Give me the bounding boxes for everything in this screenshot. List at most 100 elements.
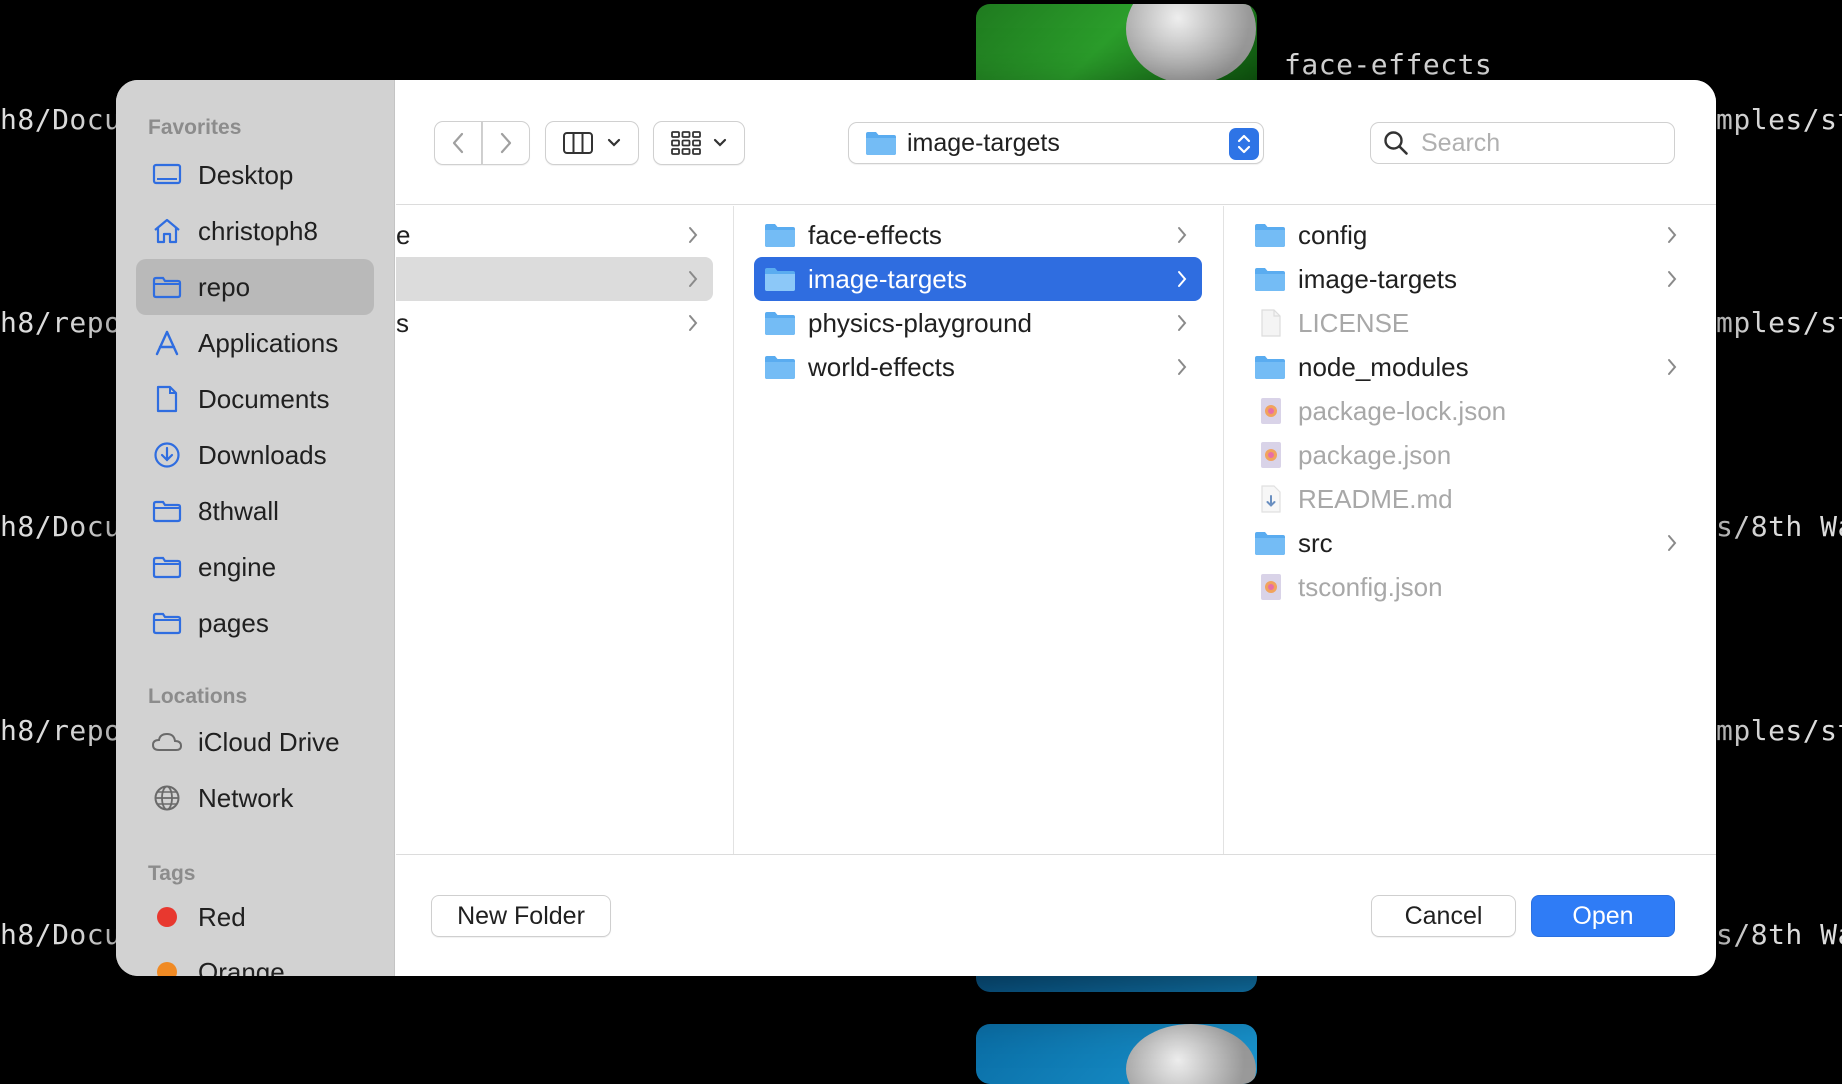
sidebar-item-pages[interactable]: pages xyxy=(136,595,374,651)
new-folder-button[interactable]: New Folder xyxy=(431,895,611,937)
open-button[interactable]: Open xyxy=(1531,895,1675,937)
folder-icon xyxy=(765,224,795,247)
chevron-right-icon xyxy=(1668,535,1677,551)
sidebar-tag-orange[interactable]: Orange xyxy=(136,944,374,976)
tag-color-dot xyxy=(157,907,177,927)
folder-icon xyxy=(1255,224,1285,247)
column-item[interactable]: e xyxy=(396,213,713,257)
chevron-right-icon xyxy=(1668,227,1677,243)
markdown-file-icon xyxy=(1261,485,1281,513)
downloads-icon xyxy=(150,440,184,470)
thumbnail-caption: face-effects xyxy=(1284,48,1493,81)
forward-button[interactable] xyxy=(482,121,530,165)
sidebar-item-label: repo xyxy=(198,271,251,302)
column-view-icon xyxy=(563,132,593,154)
column-3: config image-targets LICENSE node_module… xyxy=(1224,206,1716,854)
sidebar-item-desktop[interactable]: Desktop xyxy=(136,147,374,203)
view-mode-button[interactable] xyxy=(545,121,639,165)
file-row-tsconfig-json: tsconfig.json xyxy=(1244,565,1692,609)
sidebar-item-label: Downloads xyxy=(198,439,327,470)
folder-row-world-effects[interactable]: world-effects xyxy=(754,345,1202,389)
cloud-icon xyxy=(150,727,184,757)
column-1: e s xyxy=(396,206,734,854)
chevron-right-icon xyxy=(1668,359,1677,375)
cancel-button[interactable]: Cancel xyxy=(1371,895,1516,937)
location-popup-label: image-targets xyxy=(907,128,1060,157)
sidebar-item-downloads[interactable]: Downloads xyxy=(136,427,374,483)
chevron-right-icon xyxy=(689,315,698,331)
chevron-right-icon xyxy=(1178,315,1187,331)
terminal-path-fragment: mples/st xyxy=(1716,714,1842,747)
folder-icon xyxy=(1255,356,1285,379)
chevron-right-icon xyxy=(1178,359,1187,375)
chevron-right-icon xyxy=(1178,271,1187,287)
sidebar-item-icloud-drive[interactable]: iCloud Drive xyxy=(136,714,374,770)
folder-icon xyxy=(150,496,184,526)
file-row-readme-md: README.md xyxy=(1244,477,1692,521)
locations-header: Locations xyxy=(148,685,248,708)
chevron-left-icon xyxy=(452,132,464,154)
sidebar-item-label: Network xyxy=(198,782,294,813)
home-icon xyxy=(150,216,184,246)
sidebar-item-documents[interactable]: Documents xyxy=(136,371,374,427)
folder-row-image-targets[interactable]: image-targets xyxy=(754,257,1202,301)
group-by-button[interactable] xyxy=(653,121,745,165)
folder-row-face-effects[interactable]: face-effects xyxy=(754,213,1202,257)
column-item-selected[interactable] xyxy=(396,257,713,301)
dialog-footer: New Folder Cancel Open xyxy=(396,854,1716,976)
json-file-icon xyxy=(1261,442,1281,468)
json-file-icon xyxy=(1261,574,1281,600)
sidebar-tag-red[interactable]: Red xyxy=(136,889,374,945)
sidebar-item-label: christoph8 xyxy=(198,215,318,246)
folder-icon xyxy=(866,132,896,155)
search-field[interactable] xyxy=(1370,122,1675,164)
sidebar-item-home[interactable]: christoph8 xyxy=(136,203,374,259)
browser-pane: image-targets e xyxy=(396,80,1716,976)
folder-icon xyxy=(150,552,184,582)
sidebar-item-label: Desktop xyxy=(198,159,294,190)
sidebar-item-label: Applications xyxy=(198,327,339,358)
sidebar-item-8thwall[interactable]: 8thwall xyxy=(136,483,374,539)
terminal-path-fragment: mples/st xyxy=(1716,306,1842,339)
folder-row-config[interactable]: config xyxy=(1244,213,1692,257)
terminal-path-fragment: s/8th Wa xyxy=(1716,510,1842,543)
sidebar-item-label: Red xyxy=(198,901,246,932)
folder-row-node-modules[interactable]: node_modules xyxy=(1244,345,1692,389)
sidebar-item-label: engine xyxy=(198,551,277,582)
sidebar: Favorites Desktop christoph8 repo Applic… xyxy=(116,80,395,976)
sidebar-item-label: pages xyxy=(198,607,269,638)
sidebar-item-engine[interactable]: engine xyxy=(136,539,374,595)
folder-icon xyxy=(150,272,184,302)
column-browser: e s face-effects image-targets physics-p… xyxy=(396,206,1716,854)
chevron-right-icon xyxy=(689,227,698,243)
location-popup[interactable]: image-targets xyxy=(848,122,1264,164)
folder-icon xyxy=(150,608,184,638)
sidebar-item-label: Documents xyxy=(198,383,330,414)
chevron-right-icon xyxy=(689,271,698,287)
sidebar-item-repo[interactable]: repo xyxy=(136,259,374,315)
file-row-package-lock-json: package-lock.json xyxy=(1244,389,1692,433)
sidebar-item-network[interactable]: Network xyxy=(136,770,374,826)
toolbar: image-targets xyxy=(396,80,1716,205)
blank-file-icon xyxy=(1261,309,1281,337)
favorites-header: Favorites xyxy=(148,116,242,139)
open-file-dialog: Favorites Desktop christoph8 repo Applic… xyxy=(116,80,1716,976)
sidebar-item-label: iCloud Drive xyxy=(198,726,340,757)
folder-icon xyxy=(1255,268,1285,291)
folder-icon xyxy=(765,356,795,379)
folder-icon xyxy=(1255,532,1285,555)
back-button[interactable] xyxy=(434,121,482,165)
folder-row-image-targets[interactable]: image-targets xyxy=(1244,257,1692,301)
folder-row-physics-playground[interactable]: physics-playground xyxy=(754,301,1202,345)
tags-header: Tags xyxy=(148,862,196,885)
sidebar-item-label: Orange xyxy=(198,956,285,977)
sidebar-item-applications[interactable]: Applications xyxy=(136,315,374,371)
search-input[interactable] xyxy=(1421,128,1651,158)
column-2: face-effects image-targets physics-playg… xyxy=(734,206,1224,854)
search-icon xyxy=(1384,131,1408,155)
column-item[interactable]: s xyxy=(396,301,713,345)
tag-color-dot xyxy=(157,962,177,976)
folder-row-src[interactable]: src xyxy=(1244,521,1692,565)
chevron-right-icon xyxy=(500,132,512,154)
file-row-license: LICENSE xyxy=(1244,301,1692,345)
